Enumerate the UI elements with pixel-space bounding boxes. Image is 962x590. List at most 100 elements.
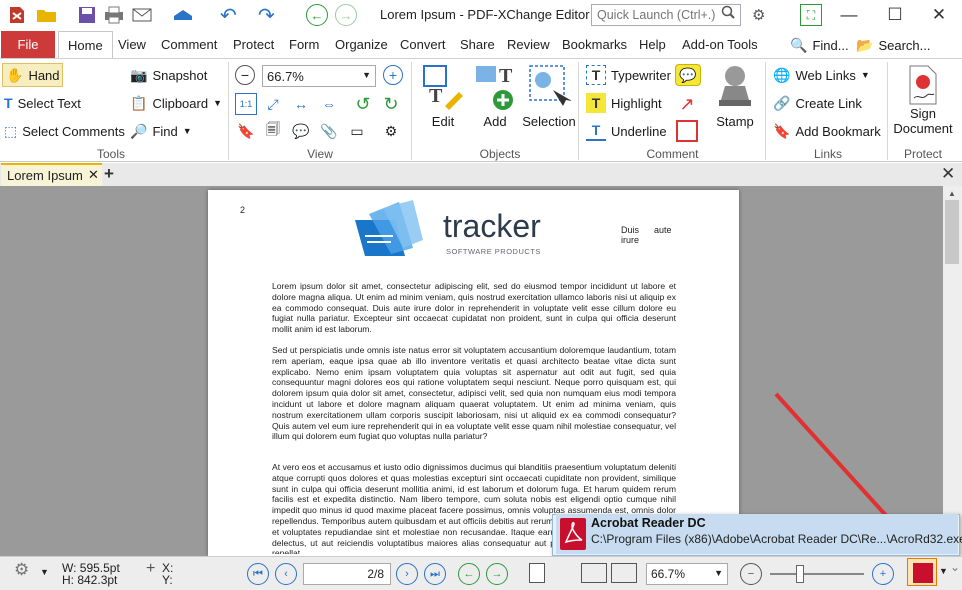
fullscreen-icon[interactable]: ⛶: [800, 4, 822, 26]
highlight-label: Highlight: [611, 95, 662, 111]
dropdown-arrow-icon[interactable]: ▼: [939, 566, 948, 576]
redo-icon[interactable]: ↷: [258, 4, 275, 27]
save-icon[interactable]: [78, 4, 96, 26]
sign-document-button[interactable]: Sign Document: [892, 64, 954, 136]
add-bookmark-button[interactable]: 🔖 Add Bookmark: [773, 119, 881, 143]
options-gear-icon[interactable]: ⚙: [14, 560, 29, 580]
pages-icon[interactable]: 🗐: [262, 120, 284, 142]
close-window-button[interactable]: ✕: [924, 5, 954, 25]
close-tab-icon[interactable]: ✕: [88, 167, 99, 183]
search-label: Search...: [878, 37, 931, 53]
tab-add-on-tools[interactable]: Add-on Tools: [682, 37, 758, 52]
line-arrow-icon[interactable]: ↗: [676, 93, 698, 115]
page-number-field[interactable]: 2/8: [303, 563, 391, 585]
attachment-icon[interactable]: 📎: [318, 120, 340, 142]
link-icon: 🔗: [773, 95, 791, 111]
hand-tool-button[interactable]: ✋ Hand: [2, 63, 63, 87]
find-button[interactable]: 🔍 Find...: [790, 33, 849, 57]
document-tab[interactable]: Lorem Ipsum ✕: [1, 163, 102, 186]
create-link-label: Create Link: [795, 95, 862, 111]
scroll-thumb[interactable]: [945, 200, 959, 264]
rotate-left-icon[interactable]: ↺: [352, 93, 374, 115]
scroll-up-icon[interactable]: ▲: [948, 189, 956, 198]
web-links-button[interactable]: 🌐 Web Links ▼: [773, 63, 870, 87]
create-link-button[interactable]: 🔗 Create Link: [773, 91, 862, 115]
more-icon[interactable]: ⌄: [950, 560, 960, 574]
tab-convert[interactable]: Convert: [400, 37, 446, 52]
zoom-in-icon[interactable]: +: [383, 65, 403, 85]
continuous-icon[interactable]: [611, 563, 637, 583]
folder-search-icon: 📂: [856, 37, 874, 53]
two-page-icon[interactable]: [581, 563, 607, 583]
zoom-slider-thumb[interactable]: [796, 565, 804, 583]
email-icon[interactable]: [132, 4, 154, 26]
next-view-icon[interactable]: →: [486, 563, 508, 585]
comments-icon[interactable]: 💬: [290, 120, 312, 142]
rectangle-icon[interactable]: [676, 120, 698, 142]
scan-icon[interactable]: [172, 4, 194, 26]
forward-icon[interactable]: →: [335, 4, 357, 26]
tab-review[interactable]: Review: [507, 37, 550, 52]
snapshot-button[interactable]: 📷 Snapshot: [130, 63, 207, 87]
add-button[interactable]: T Add: [470, 62, 520, 129]
underline-button[interactable]: T Underline: [586, 119, 667, 143]
back-icon[interactable]: ←: [306, 4, 328, 26]
edit-button[interactable]: T Edit: [418, 62, 468, 129]
bookmark-icon[interactable]: 🔖: [235, 120, 257, 142]
fit-visible-icon[interactable]: ⇔: [318, 93, 340, 115]
select-text-button[interactable]: T Select Text: [4, 91, 81, 115]
minimize-button[interactable]: —: [834, 5, 864, 25]
search-button[interactable]: 📂 Search...: [856, 33, 930, 57]
open-folder-icon[interactable]: [36, 4, 58, 26]
actual-size-icon[interactable]: 1:1: [235, 93, 257, 115]
tab-form[interactable]: Form: [289, 37, 319, 52]
first-page-icon[interactable]: ⏮: [247, 563, 269, 585]
previous-page-icon[interactable]: ‹: [275, 563, 297, 585]
hand-label: Hand: [28, 67, 60, 83]
selection-button[interactable]: Selection: [522, 62, 576, 129]
vertical-scrollbar[interactable]: ▲: [943, 186, 962, 556]
find-tool-button[interactable]: 🔎 Find ▼: [130, 119, 192, 143]
zoom-slider[interactable]: [770, 573, 864, 575]
tab-bookmarks[interactable]: Bookmarks: [562, 37, 627, 52]
print-icon[interactable]: [104, 4, 124, 26]
status-zoom-combo[interactable]: 66.7% ▼: [646, 563, 728, 585]
next-page-icon[interactable]: ›: [396, 563, 418, 585]
properties-icon[interactable]: ⚙: [380, 120, 402, 142]
open-in-acrobat-button[interactable]: [907, 558, 937, 586]
tab-comment[interactable]: Comment: [161, 37, 217, 52]
last-page-icon[interactable]: ⏭: [424, 563, 446, 585]
zoom-in-status-icon[interactable]: +: [872, 563, 894, 585]
zoom-out-status-icon[interactable]: −: [740, 563, 762, 585]
tab-protect[interactable]: Protect: [233, 37, 274, 52]
page-thumbnails-icon[interactable]: ▭: [346, 120, 368, 142]
select-comments-button[interactable]: ⬚ Select Comments: [4, 119, 125, 143]
close-document-icon[interactable]: ✕: [941, 164, 955, 184]
clipboard-button[interactable]: 📋 Clipboard ▼: [130, 91, 222, 115]
maximize-button[interactable]: ☐: [880, 5, 910, 25]
zoom-combo[interactable]: 66.7% ▼: [262, 65, 376, 87]
sticky-note-icon[interactable]: 💬: [675, 64, 701, 86]
sign-document-icon: [909, 65, 937, 105]
stamp-button[interactable]: Stamp: [713, 62, 757, 129]
quick-launch-input[interactable]: [591, 4, 741, 26]
single-page-icon[interactable]: [529, 563, 545, 583]
tab-organize[interactable]: Organize: [335, 37, 388, 52]
zoom-out-icon[interactable]: −: [235, 65, 255, 85]
file-tab[interactable]: File: [1, 31, 55, 58]
previous-view-icon[interactable]: ←: [458, 563, 480, 585]
settings-icon[interactable]: ⚙: [752, 4, 765, 26]
rotate-right-icon[interactable]: ↻: [380, 93, 402, 115]
fit-width-icon[interactable]: ↔: [290, 93, 312, 115]
fit-page-icon[interactable]: ⤢: [262, 93, 284, 115]
tab-share[interactable]: Share: [460, 37, 495, 52]
tab-view[interactable]: View: [118, 37, 146, 52]
undo-icon[interactable]: ↶: [220, 4, 237, 27]
tab-home[interactable]: Home: [58, 31, 113, 59]
dropdown-arrow-icon[interactable]: ▼: [40, 567, 49, 577]
cursor-y-label: Y:: [162, 573, 173, 587]
typewriter-button[interactable]: T Typewriter: [586, 63, 671, 87]
tab-help[interactable]: Help: [639, 37, 666, 52]
new-tab-icon[interactable]: +: [104, 164, 114, 184]
highlight-button[interactable]: T Highlight: [586, 91, 662, 115]
